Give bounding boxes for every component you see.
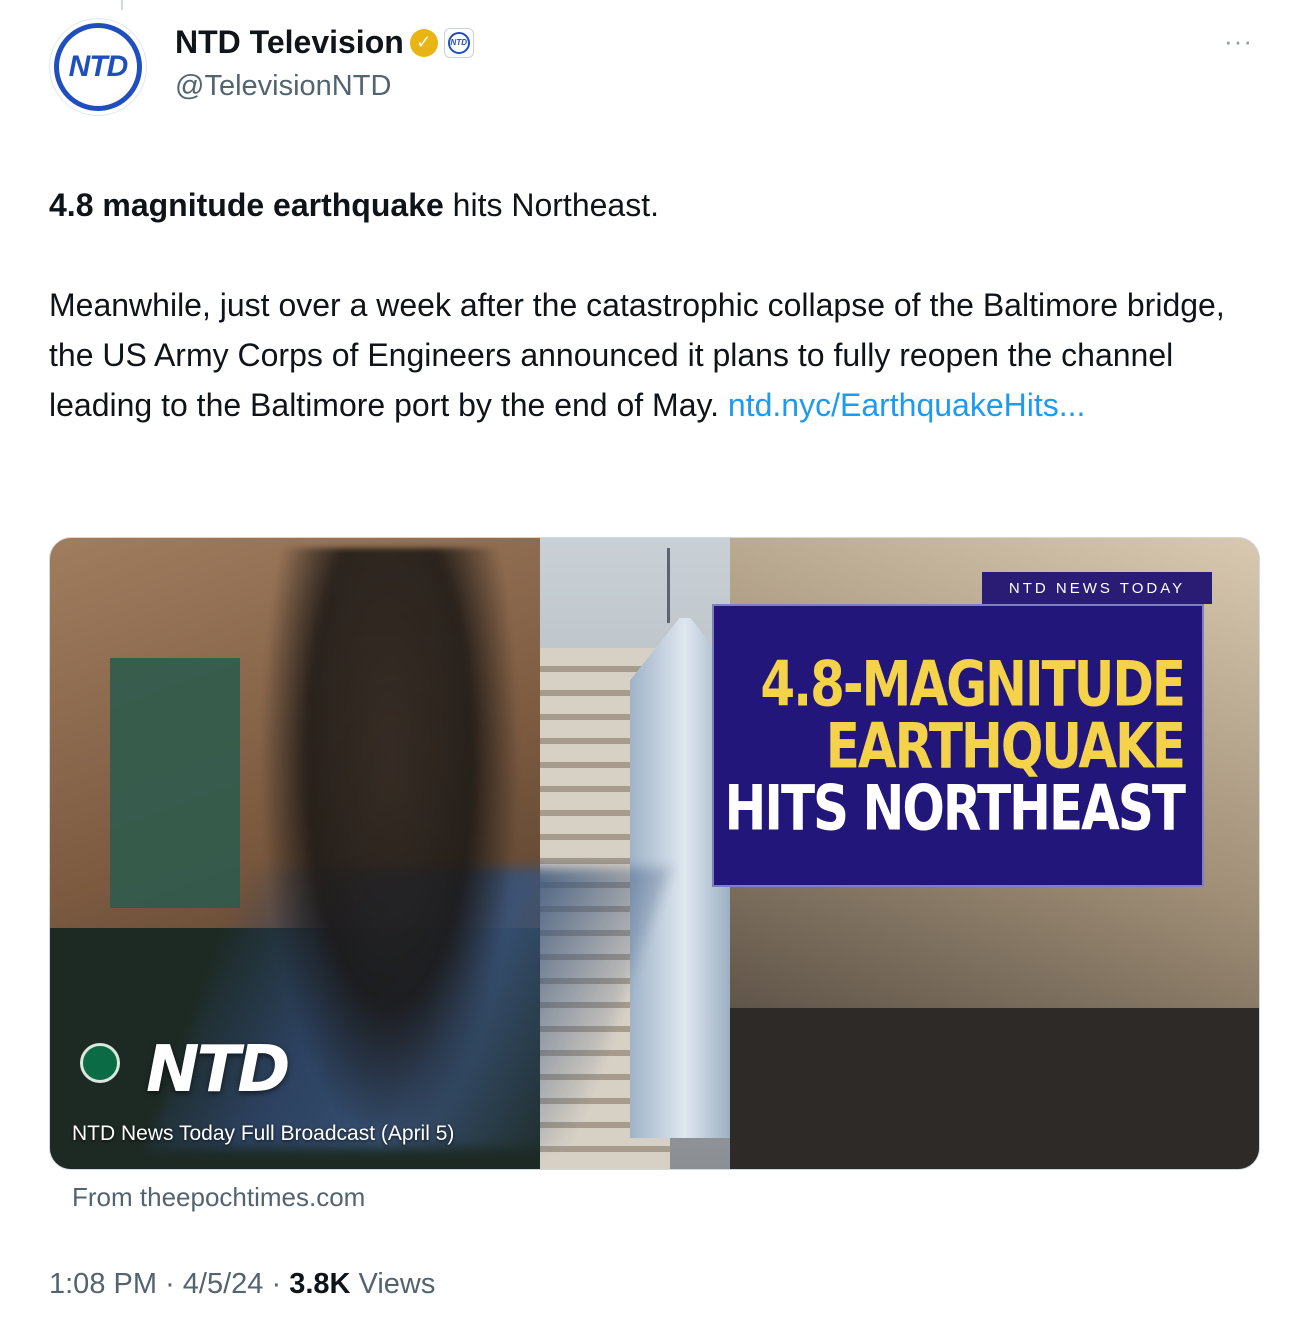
author-handle[interactable]: @TelevisionNTD	[175, 70, 391, 103]
headline-line-3: HITS NORTHEAST	[724, 771, 1186, 844]
author-display-name[interactable]: NTD Television	[175, 24, 404, 61]
affiliate-badge-text: NTD	[447, 31, 470, 54]
ntd-watermark-logo: NTD	[146, 1033, 290, 1107]
tweet-paragraph-1: 4.8 magnitude earthquake hits Northeast.	[49, 180, 1249, 230]
headline-box: 4.8-MAGNITUDE EARTHQUAKE HITS NORTHEAST	[712, 604, 1204, 887]
author-name-row: NTD Television ✓ NTD	[175, 24, 474, 61]
meta-separator: ·	[165, 1268, 183, 1300]
avatar-text: NTD	[68, 50, 129, 83]
verified-badge-icon[interactable]: ✓	[409, 28, 438, 57]
media-card[interactable]: NTD NEWS TODAY 4.8-MAGNITUDE EARTHQUAKE …	[49, 537, 1260, 1170]
tweet-text-after-bold: hits Northeast.	[443, 187, 659, 223]
meta-separator: ·	[271, 1268, 290, 1300]
headline-line-2: EARTHQUAKE	[825, 709, 1186, 782]
avatar[interactable]: NTD	[49, 18, 147, 116]
green-facade	[110, 658, 240, 908]
more-options-icon[interactable]: ···	[1224, 26, 1253, 57]
news-tag: NTD NEWS TODAY	[982, 572, 1212, 604]
headline-line-1: 4.8-MAGNITUDE	[760, 647, 1186, 720]
tower-spire	[667, 548, 670, 623]
tweet-date[interactable]: 4/5/24	[183, 1268, 264, 1300]
tweet-bold-text: 4.8 magnitude earthquake	[49, 187, 444, 223]
thread-connector-line	[121, 0, 123, 10]
media-caption: NTD News Today Full Broadcast (April 5)	[72, 1122, 455, 1145]
affiliate-badge-icon[interactable]: NTD	[443, 27, 474, 58]
tweet-meta: 1:08 PM · 4/5/24 · 3.8K Views	[49, 1268, 435, 1301]
tweet-link[interactable]: ntd.nyc/EarthquakeHits...	[728, 387, 1086, 423]
blurred-pedestrian	[260, 548, 520, 1148]
views-label: Views	[358, 1268, 436, 1300]
starbucks-sign-icon	[80, 1043, 120, 1083]
link-source[interactable]: From theepochtimes.com	[72, 1182, 365, 1213]
tweet-text: 4.8 magnitude earthquake hits Northeast.…	[49, 180, 1249, 430]
ntd-logo-icon: NTD	[54, 23, 142, 111]
street-level	[730, 1008, 1259, 1169]
views-count: 3.8K	[289, 1268, 351, 1300]
tweet-time[interactable]: 1:08 PM	[49, 1268, 157, 1300]
tweet-paragraph-2: Meanwhile, just over a week after the ca…	[49, 280, 1249, 430]
